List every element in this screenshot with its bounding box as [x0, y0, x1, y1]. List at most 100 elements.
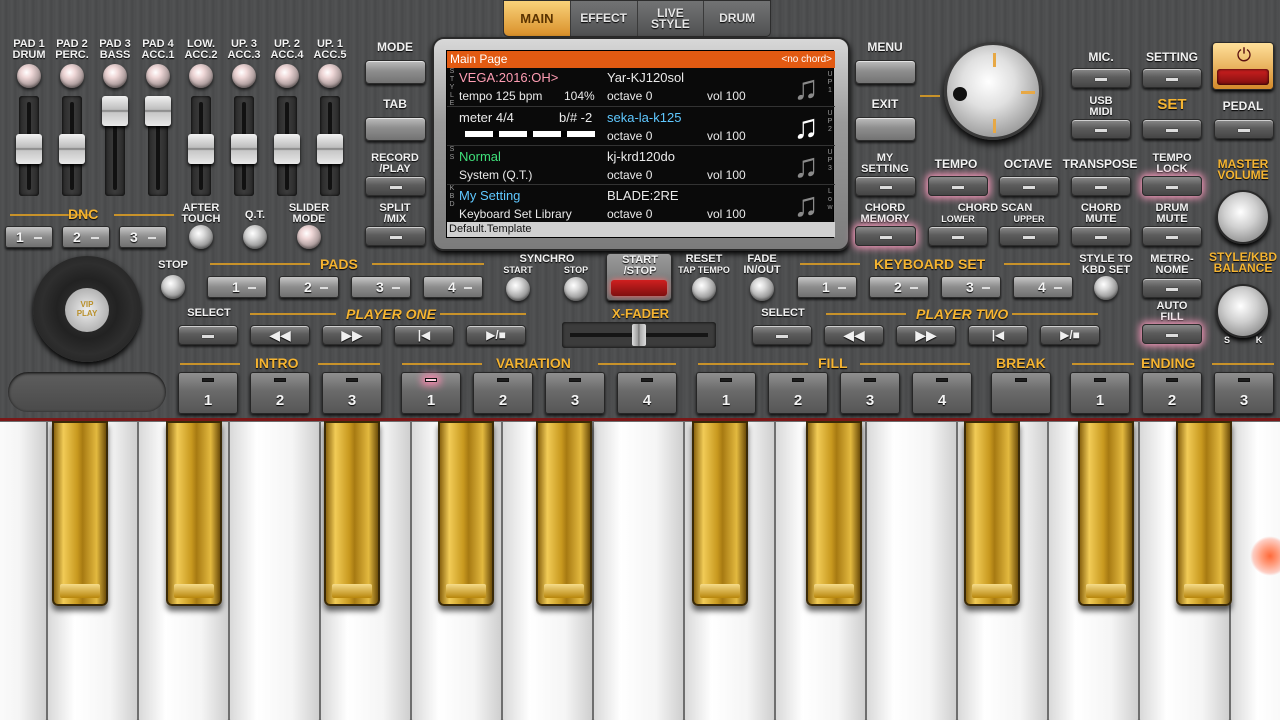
pad-button-1[interactable]: 1 — [207, 276, 267, 298]
player-one-rewind-button[interactable]: ◀◀ — [250, 325, 310, 345]
black-key[interactable] — [1176, 421, 1232, 606]
black-key[interactable] — [438, 421, 494, 606]
pad-button-4[interactable]: 4 — [423, 276, 483, 298]
section-button[interactable]: 2 — [473, 372, 533, 414]
qt-knob[interactable] — [243, 225, 267, 249]
exit-button[interactable] — [855, 117, 916, 141]
mixer-slider-thumb[interactable] — [102, 96, 128, 126]
mixer-knob[interactable] — [275, 64, 299, 88]
black-key[interactable] — [1078, 421, 1134, 606]
drum-mute-button[interactable] — [1142, 226, 1202, 246]
data-dial[interactable] — [944, 42, 1042, 140]
style-kbd-balance-knob[interactable] — [1216, 284, 1270, 338]
mixer-slider[interactable] — [102, 96, 128, 196]
black-key[interactable] — [166, 421, 222, 606]
kbd-set-button-4[interactable]: 4 — [1013, 276, 1073, 298]
kbd-set-button-3[interactable]: 3 — [941, 276, 1001, 298]
section-button[interactable]: 1 — [401, 372, 461, 414]
mixer-knob[interactable] — [318, 64, 342, 88]
octave-button[interactable] — [999, 176, 1059, 196]
setting-button[interactable] — [1142, 68, 1202, 88]
mixer-slider[interactable] — [188, 96, 214, 196]
mixer-slider[interactable] — [145, 96, 171, 196]
black-key[interactable] — [964, 421, 1020, 606]
white-key[interactable] — [866, 421, 957, 720]
my-setting-button[interactable] — [855, 176, 916, 196]
section-button[interactable]: 3 — [1214, 372, 1274, 414]
section-button[interactable]: 4 — [617, 372, 677, 414]
synchro-stop-knob[interactable] — [564, 277, 588, 301]
black-key[interactable] — [806, 421, 862, 606]
black-key[interactable] — [52, 421, 108, 606]
split-mix-button[interactable] — [365, 226, 426, 246]
kbd-set-button-1[interactable]: 1 — [797, 276, 857, 298]
display-row-style[interactable]: S T Y L E VEGA:2016:OH> tempo 125 bpm 10… — [447, 68, 835, 107]
tab-drum[interactable]: DRUM — [704, 1, 770, 36]
section-button[interactable]: 2 — [1142, 372, 1202, 414]
player-two-play-button[interactable]: ▶/■ — [1040, 325, 1100, 345]
record-play-button[interactable] — [365, 176, 426, 196]
master-volume-knob[interactable] — [1216, 190, 1270, 244]
mixer-slider-thumb[interactable] — [317, 134, 343, 164]
reset-knob[interactable] — [692, 277, 716, 301]
mixer-knob[interactable] — [189, 64, 213, 88]
player-two-select-button[interactable] — [752, 325, 812, 345]
metronome-button[interactable] — [1142, 278, 1202, 298]
section-button[interactable]: 3 — [322, 372, 382, 414]
pad-button-3[interactable]: 3 — [351, 276, 411, 298]
player-two-prev-button[interactable]: |◀ — [968, 325, 1028, 345]
style-to-kbd-knob[interactable] — [1094, 276, 1118, 300]
mixer-slider-thumb[interactable] — [188, 134, 214, 164]
tab-effect[interactable]: EFFECT — [571, 1, 638, 36]
player-two-rewind-button[interactable]: ◀◀ — [824, 325, 884, 345]
section-button[interactable]: 3 — [545, 372, 605, 414]
tempo-lock-button[interactable] — [1142, 176, 1202, 196]
menu-button[interactable] — [855, 60, 916, 84]
x-fader-handle[interactable] — [632, 324, 646, 346]
white-key[interactable] — [0, 421, 47, 720]
mixer-slider[interactable] — [274, 96, 300, 196]
chord-scan-lower-button[interactable] — [928, 226, 988, 246]
mixer-slider[interactable] — [317, 96, 343, 196]
chord-memory-button[interactable] — [855, 226, 916, 246]
set-button[interactable] — [1142, 119, 1202, 139]
power-button[interactable]: ⏻ — [1212, 42, 1274, 90]
player-one-forward-button[interactable]: ▶▶ — [322, 325, 382, 345]
display-row-qt[interactable]: S S Normal System (Q.T.) kj-krd120do oct… — [447, 146, 835, 185]
mixer-knob[interactable] — [146, 64, 170, 88]
dnc-button-1[interactable]: 1 — [5, 226, 53, 248]
x-fader-track[interactable] — [562, 322, 716, 348]
tab-live-style[interactable]: LIVE STYLE — [638, 1, 705, 36]
mixer-slider-thumb[interactable] — [274, 134, 300, 164]
chord-mute-button[interactable] — [1071, 226, 1131, 246]
mic-button[interactable] — [1071, 68, 1131, 88]
auto-fill-button[interactable] — [1142, 324, 1202, 344]
start-stop-button[interactable]: START /STOP — [606, 253, 672, 301]
section-button[interactable]: 1 — [1070, 372, 1130, 414]
white-key[interactable] — [229, 421, 320, 720]
mixer-knob[interactable] — [232, 64, 256, 88]
slider-mode-knob[interactable] — [297, 225, 321, 249]
mixer-slider[interactable] — [59, 96, 85, 196]
synchro-start-knob[interactable] — [506, 277, 530, 301]
section-button[interactable]: 2 — [768, 372, 828, 414]
mixer-slider-thumb[interactable] — [231, 134, 257, 164]
player-one-select-button[interactable] — [178, 325, 238, 345]
black-key[interactable] — [324, 421, 380, 606]
fade-knob[interactable] — [750, 277, 774, 301]
chord-scan-upper-button[interactable] — [999, 226, 1059, 246]
player-one-prev-button[interactable]: |◀ — [394, 325, 454, 345]
pad-button-2[interactable]: 2 — [279, 276, 339, 298]
mixer-slider[interactable] — [231, 96, 257, 196]
white-key[interactable] — [593, 421, 684, 720]
usb-midi-button[interactable] — [1071, 119, 1131, 139]
jog-wheel[interactable]: VIP PLAY — [33, 256, 141, 362]
pads-stop-knob[interactable] — [161, 275, 185, 299]
tab-button[interactable] — [365, 117, 426, 141]
mixer-knob[interactable] — [60, 64, 84, 88]
mixer-slider[interactable] — [16, 96, 42, 196]
dnc-button-2[interactable]: 2 — [62, 226, 110, 248]
tab-main[interactable]: MAIN — [504, 1, 571, 36]
section-button[interactable]: 2 — [250, 372, 310, 414]
transpose-button[interactable] — [1071, 176, 1131, 196]
